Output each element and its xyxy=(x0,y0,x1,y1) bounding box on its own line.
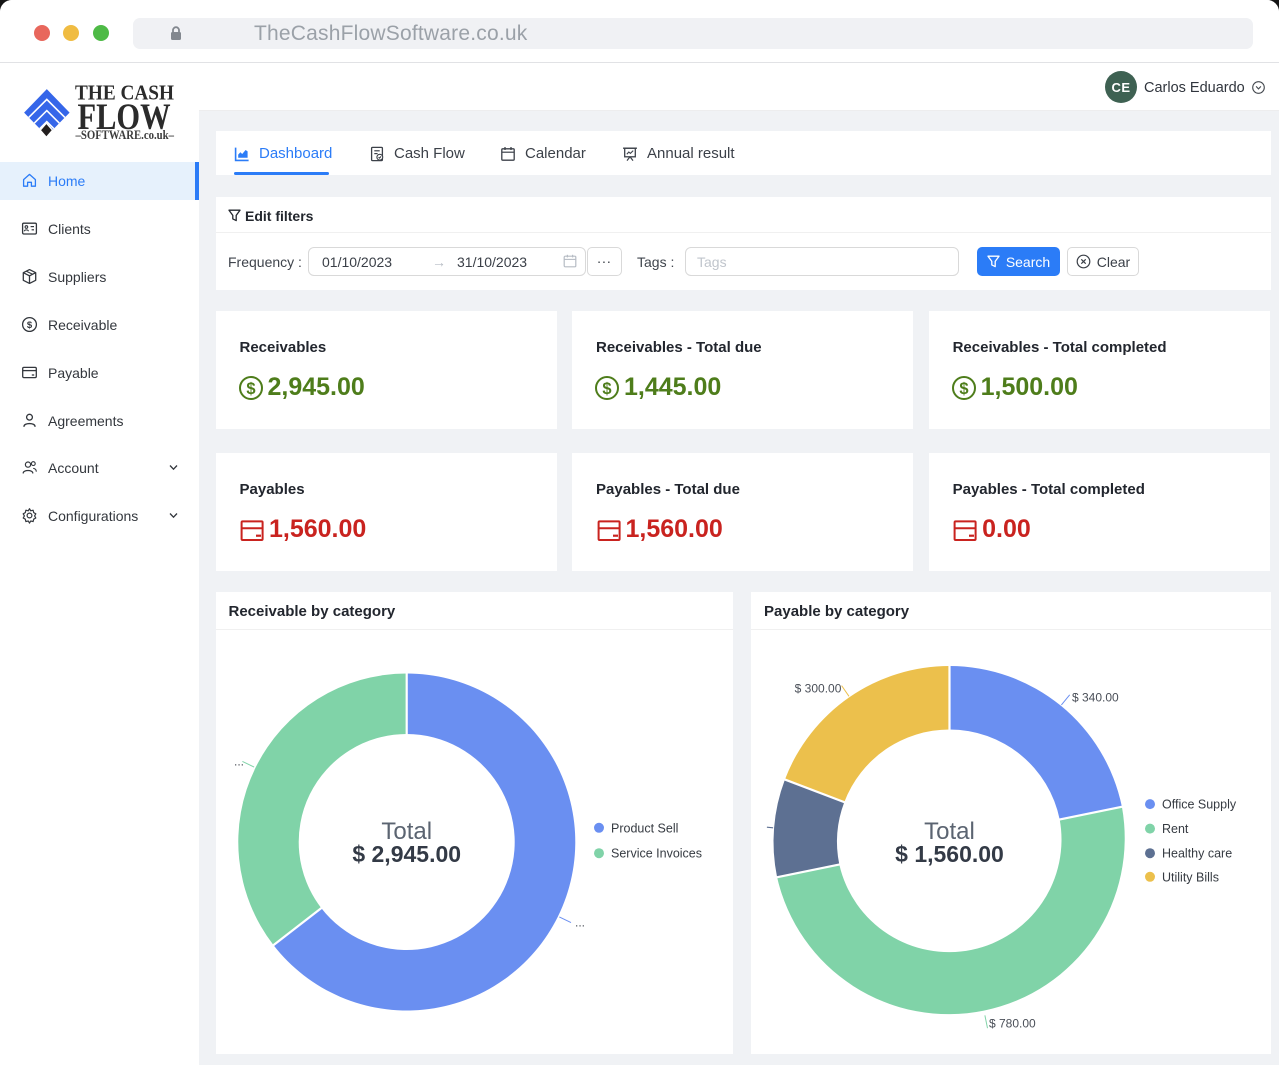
svg-text:Office Supply: Office Supply xyxy=(1162,798,1237,812)
svg-text:$: $ xyxy=(27,320,33,331)
svg-text:Healthy care: Healthy care xyxy=(1162,847,1232,861)
svg-text:–SOFTWARE.co.uk–: –SOFTWARE.co.uk– xyxy=(75,128,175,142)
svg-text:Product Sell: Product Sell xyxy=(611,821,678,835)
svg-text:$: $ xyxy=(602,379,611,397)
svg-text:Service Invoices: Service Invoices xyxy=(611,847,702,861)
svg-text:$ 2,945.00: $ 2,945.00 xyxy=(352,841,461,867)
svg-text:$: $ xyxy=(959,379,968,397)
svg-text:$ 300.00: $ 300.00 xyxy=(795,682,842,696)
svg-text:$ 340.00: $ 340.00 xyxy=(1072,691,1119,705)
svg-text:...: ... xyxy=(575,916,585,930)
svg-text:$ 1,560.00: $ 1,560.00 xyxy=(895,841,1004,867)
svg-text:...: ... xyxy=(234,755,244,769)
svg-text:Rent: Rent xyxy=(1162,822,1189,836)
svg-text:$: $ xyxy=(246,379,255,397)
svg-text:$ 780.00: $ 780.00 xyxy=(989,1017,1036,1031)
svg-text:Utility Bills: Utility Bills xyxy=(1162,870,1219,884)
